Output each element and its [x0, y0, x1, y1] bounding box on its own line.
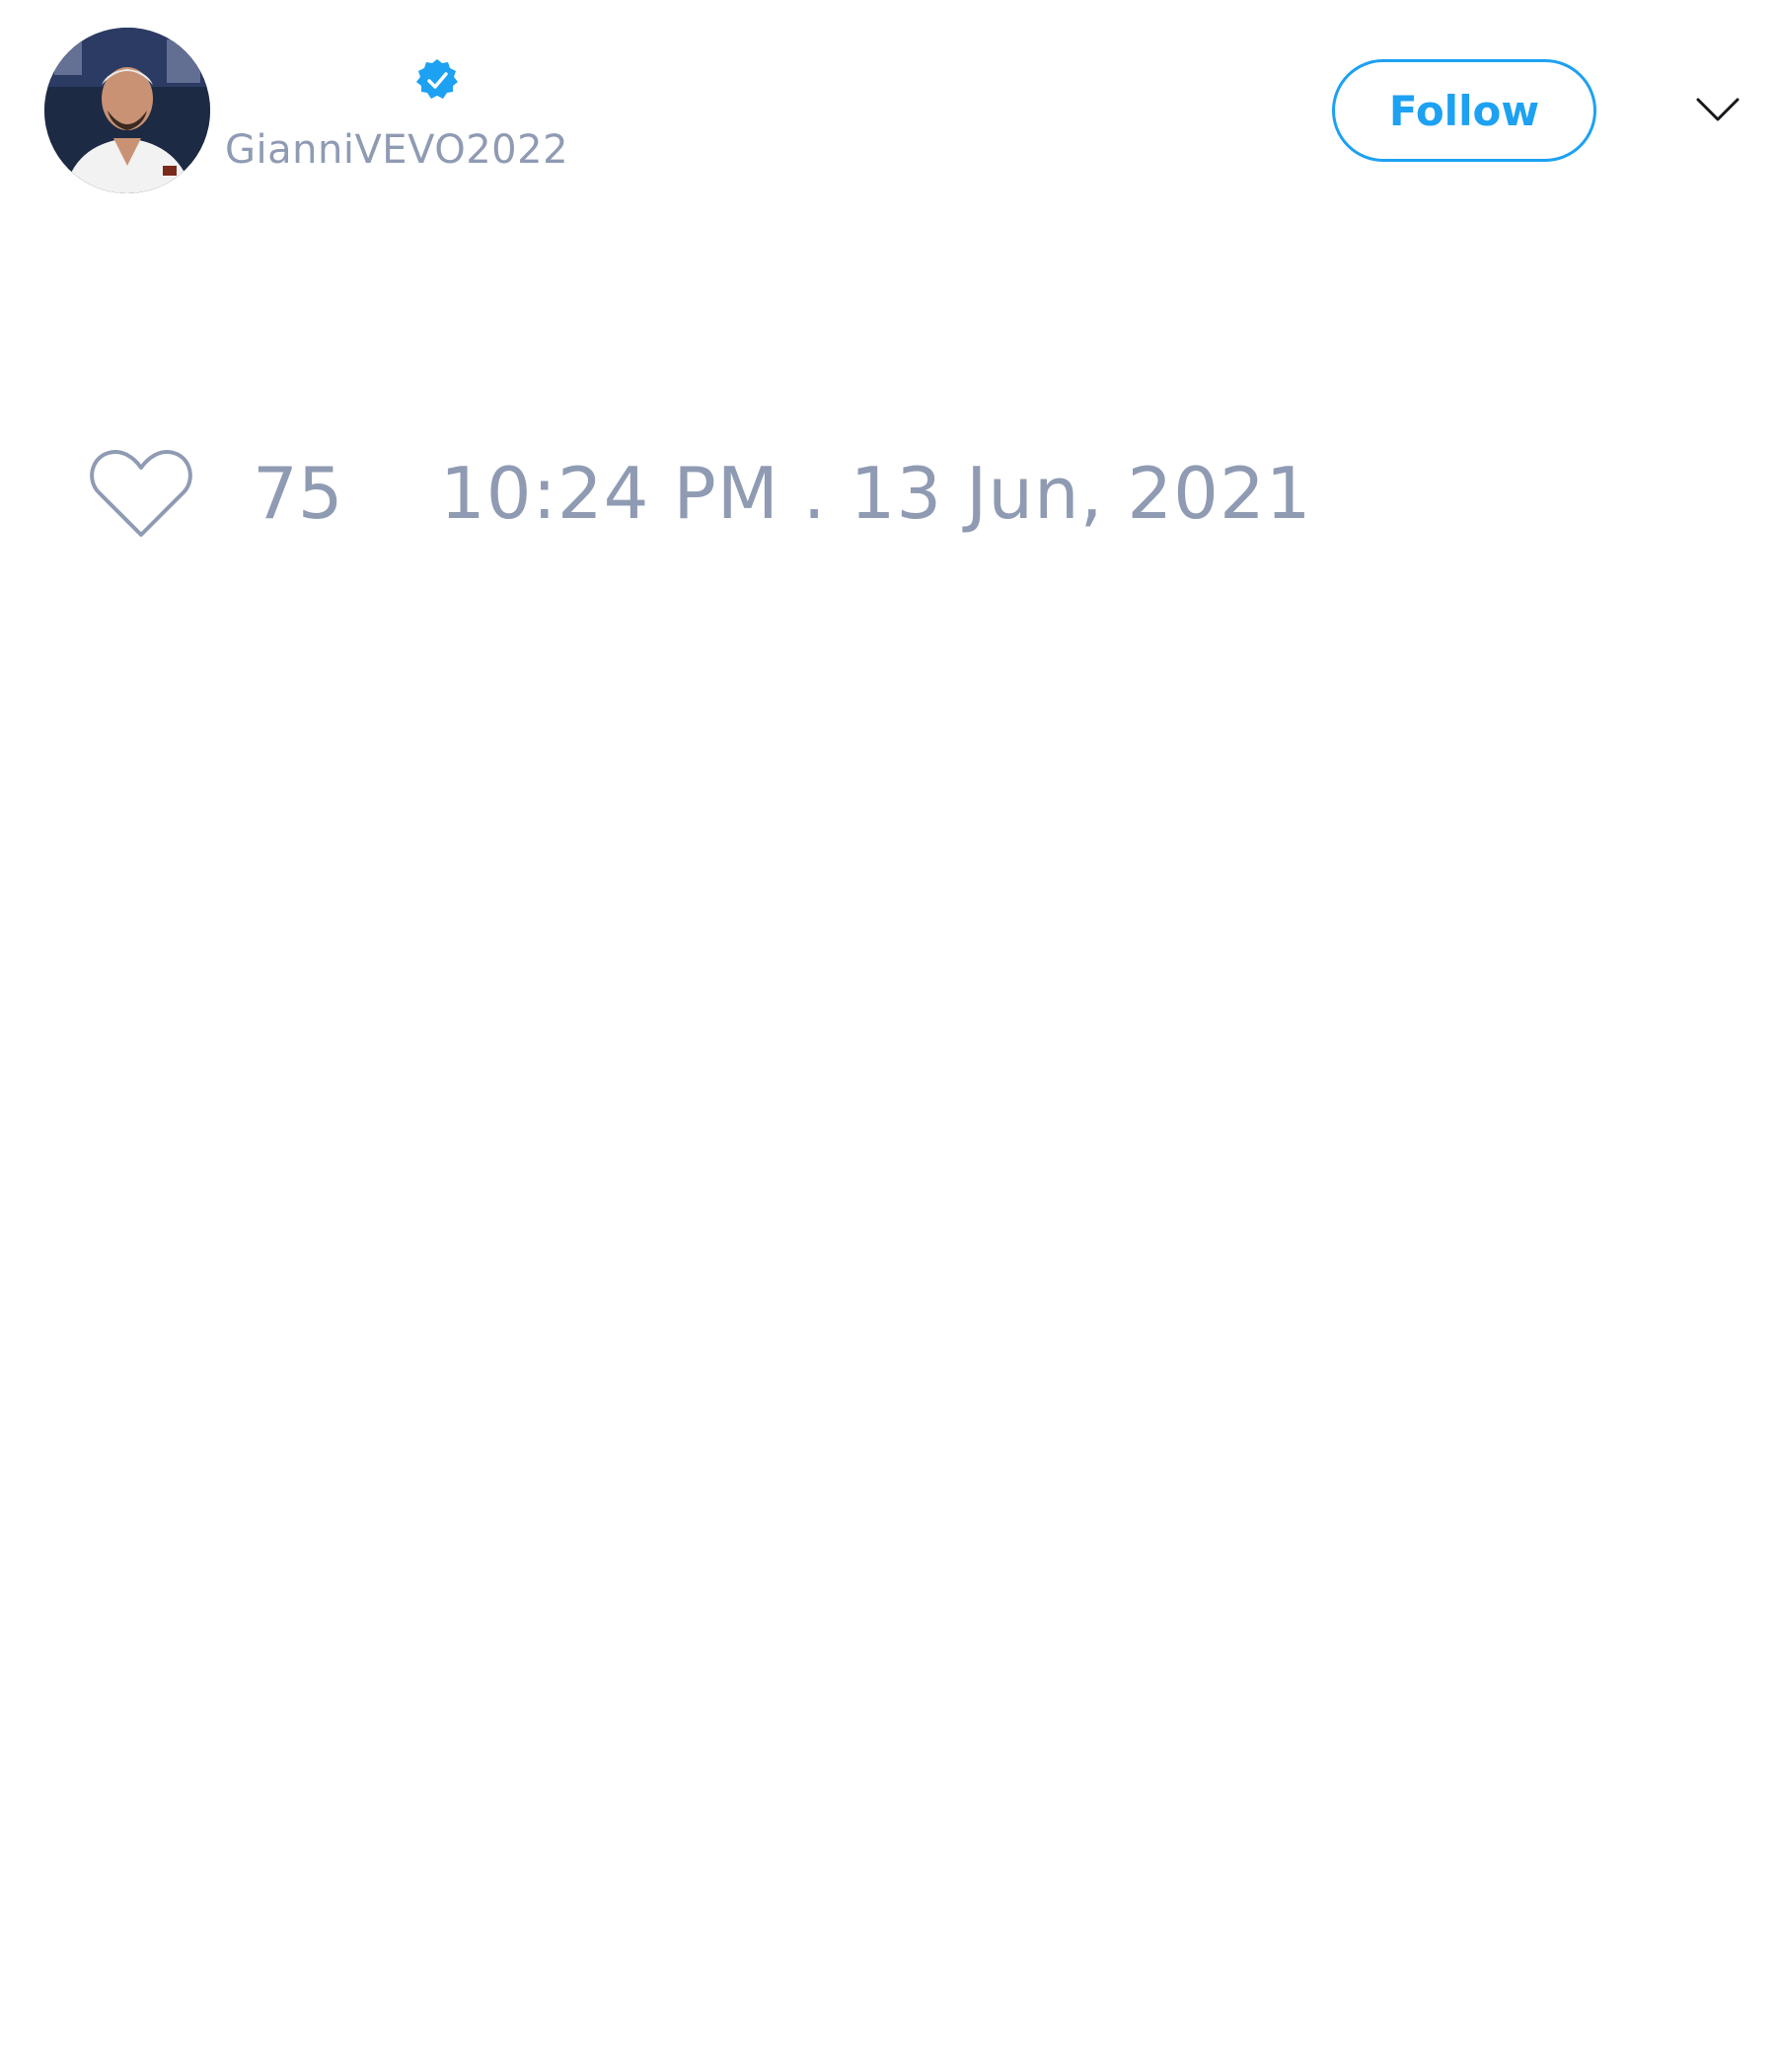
verified-badge-icon	[414, 57, 460, 103]
handle[interactable]: GianniVEVO2022	[225, 126, 568, 174]
follow-button[interactable]: Follow	[1332, 59, 1596, 162]
heart-icon[interactable]	[89, 446, 193, 541]
avatar[interactable]	[44, 28, 210, 193]
avatar-photo	[44, 28, 210, 193]
like-count: 75	[253, 452, 343, 535]
tweet-timestamp[interactable]: 10:24 PM . 13 Jun, 2021	[440, 452, 1312, 535]
chevron-down-icon[interactable]	[1695, 95, 1740, 124]
tweet-card: GianniVEVO2022 Follow 75 10:24 PM . 13 J…	[0, 0, 1776, 2072]
